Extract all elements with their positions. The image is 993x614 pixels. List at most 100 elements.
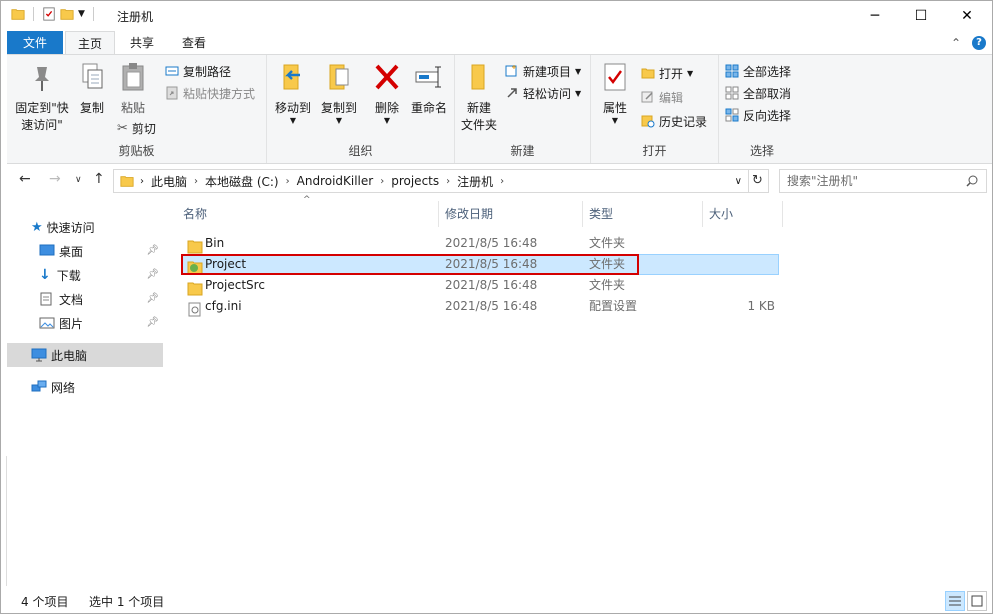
paste-button[interactable]: 粘贴 [113, 61, 153, 117]
refresh-icon[interactable]: ↻ [747, 169, 769, 193]
select-all-button[interactable]: 全部选择 [725, 61, 791, 81]
nav-downloads[interactable]: ↓ 下载 📌︎ [7, 263, 163, 287]
large-icons-view-button[interactable] [967, 591, 987, 611]
copy-path-button[interactable]: 复制路径 [165, 61, 231, 81]
file-type: 文件夹 [589, 278, 626, 292]
nav-this-pc[interactable]: 此电脑 [7, 343, 163, 367]
new-item-button[interactable]: 新建项目 ▼ [505, 61, 581, 81]
delete-button[interactable]: 删除 ▼ [369, 61, 405, 125]
invert-selection-button[interactable]: 反向选择 [725, 105, 791, 125]
breadcrumb-androidkiller[interactable]: AndroidKiller [297, 174, 374, 188]
nav-documents[interactable]: 文档 📌︎ [7, 287, 163, 311]
tab-home[interactable]: 主页 [65, 31, 115, 55]
pin-icon[interactable]: 📌︎ [146, 245, 159, 256]
column-type[interactable]: 类型 [583, 201, 703, 227]
address-bar[interactable]: › 此电脑 › 本地磁盘 (C:) › AndroidKiller › project… [113, 169, 749, 193]
cut-label: 剪切 [131, 121, 156, 136]
document-icon [40, 292, 52, 306]
paste-shortcut-button[interactable]: 粘贴快捷方式 [165, 83, 255, 103]
clipboard-group-label: 剪贴板 [118, 144, 155, 158]
pin-icon[interactable]: 📌︎ [146, 293, 159, 304]
navigation-pane: ★ 快速访问 桌面 📌︎ ↓ 下载 📌︎ 文档 📌︎ 图片 📌︎ 此电脑 网络 [7, 203, 163, 583]
forward-arrow-icon[interactable]: → [49, 171, 61, 187]
customize-qat-icon[interactable]: ▼ [78, 9, 85, 19]
pin-quick-access-button[interactable]: 固定到"快 速访问" [11, 61, 73, 134]
close-button[interactable]: ✕ [944, 1, 990, 31]
pin-icon[interactable]: 📌︎ [146, 269, 159, 280]
up-arrow-icon[interactable]: ↑ [93, 171, 105, 187]
file-modified: 2021/8/5 16:48 [445, 299, 538, 313]
properties-check-icon[interactable] [42, 7, 56, 21]
tab-file[interactable]: 文件 [7, 31, 63, 55]
file-row-cfg-ini[interactable]: cfg.ini 2021/8/5 16:48 配置设置 1 KB [181, 296, 779, 317]
clipboard-group: 固定到"快 速访问" 复制 粘贴 复制路径 粘贴快捷方式 ✂ 剪切 剪贴板 [7, 55, 267, 163]
edit-button[interactable]: 编辑 [641, 87, 683, 107]
copy-to-button[interactable]: 复制到 ▼ [317, 61, 361, 125]
properties-button[interactable]: 属性 ▼ [595, 61, 635, 125]
search-input[interactable]: 搜索"注册机" [779, 169, 987, 193]
pin-icon[interactable]: 📌︎ [146, 317, 159, 328]
file-size: 1 KB [747, 299, 775, 313]
cut-button[interactable]: ✂ 剪切 [117, 118, 156, 138]
breadcrumb-c-drive[interactable]: 本地磁盘 (C:) [205, 173, 279, 190]
nav-network[interactable]: 网络 [7, 375, 163, 399]
help-icon[interactable]: ? [972, 36, 986, 50]
easy-access-button[interactable]: 轻松访问 ▼ [505, 83, 581, 103]
folder-icon [11, 9, 25, 20]
pin-icon [35, 67, 49, 91]
rename-label: 重命名 [410, 101, 447, 115]
nav-network-label: 网络 [51, 380, 76, 395]
copy-button[interactable]: 复制 [73, 61, 111, 117]
new-folder-button[interactable]: 新建 文件夹 [459, 61, 499, 134]
details-view-button[interactable] [945, 591, 965, 611]
nav-desktop[interactable]: 桌面 📌︎ [7, 239, 163, 263]
open-label: 打开 [659, 66, 684, 81]
nav-documents-label: 文档 [59, 292, 84, 307]
tab-view[interactable]: 查看 [169, 31, 219, 55]
maximize-button[interactable]: ☐ [898, 1, 944, 31]
tab-share[interactable]: 共享 [119, 31, 165, 55]
paste-shortcut-label: 粘贴快捷方式 [183, 86, 256, 101]
back-arrow-icon[interactable]: ← [19, 171, 31, 187]
select-none-button[interactable]: 全部取消 [725, 83, 791, 103]
breadcrumb-current[interactable]: 注册机 [457, 173, 493, 190]
column-modified[interactable]: 修改日期 [439, 201, 583, 227]
file-modified: 2021/8/5 16:48 [445, 278, 538, 292]
recent-dropdown-icon[interactable]: ∨ [75, 175, 82, 185]
new-folder-label-2: 文件夹 [460, 118, 497, 132]
new-folder-label-1: 新建 [466, 101, 491, 115]
collapse-ribbon-icon[interactable]: ⌃ [951, 36, 961, 50]
new-folder-qat-icon[interactable] [60, 7, 74, 21]
history-icon [641, 115, 655, 128]
picture-icon [39, 317, 55, 329]
scissors-icon: ✂ [117, 120, 128, 136]
organize-group-label: 组织 [348, 144, 373, 158]
select-group: 全部选择 全部取消 反向选择 选择 [719, 55, 805, 163]
pin-label-2: 速访问" [21, 118, 63, 132]
download-arrow-icon: ↓ [39, 267, 51, 283]
breadcrumb-projects[interactable]: projects [391, 174, 439, 188]
copy-icon [82, 63, 103, 89]
rename-button[interactable]: 重命名 [407, 61, 451, 117]
column-name[interactable]: 名称 [177, 201, 439, 227]
history-button[interactable]: 历史记录 [641, 111, 707, 131]
new-item-label: 新建项目 [523, 64, 572, 79]
status-bar: 4 个项目 选中 1 个项目 [1, 589, 992, 613]
nav-quick-access[interactable]: ★ 快速访问 [7, 215, 163, 239]
address-dropdown-icon[interactable]: ∨ [735, 176, 742, 187]
move-to-button[interactable]: 移动到 ▼ [271, 61, 315, 125]
file-row-bin[interactable]: Bin 2021/8/5 16:48 文件夹 [181, 233, 779, 254]
window-title: 注册机 [117, 10, 154, 24]
explorer-window: ▼ 注册机 ─ ☐ ✕ 文件 主页 共享 查看 ⌃ ? 固定到"快 速访问" 复… [0, 0, 993, 614]
select-none-label: 全部取消 [743, 86, 792, 101]
nav-pictures-label: 图片 [59, 316, 84, 331]
file-row-projectsrc[interactable]: ProjectSrc 2021/8/5 16:48 文件夹 [181, 275, 779, 296]
open-button[interactable]: 打开 ▼ [641, 63, 693, 83]
column-size[interactable]: 大小 [703, 201, 783, 227]
properties-icon [604, 63, 626, 91]
open-group: 属性 ▼ 打开 ▼ 编辑 历史记录 打开 [591, 55, 719, 163]
minimize-button[interactable]: ─ [852, 1, 898, 31]
nav-pictures[interactable]: 图片 📌︎ [7, 311, 163, 335]
breadcrumb-this-pc[interactable]: 此电脑 [151, 173, 187, 190]
nav-quick-access-label: 快速访问 [46, 220, 95, 235]
